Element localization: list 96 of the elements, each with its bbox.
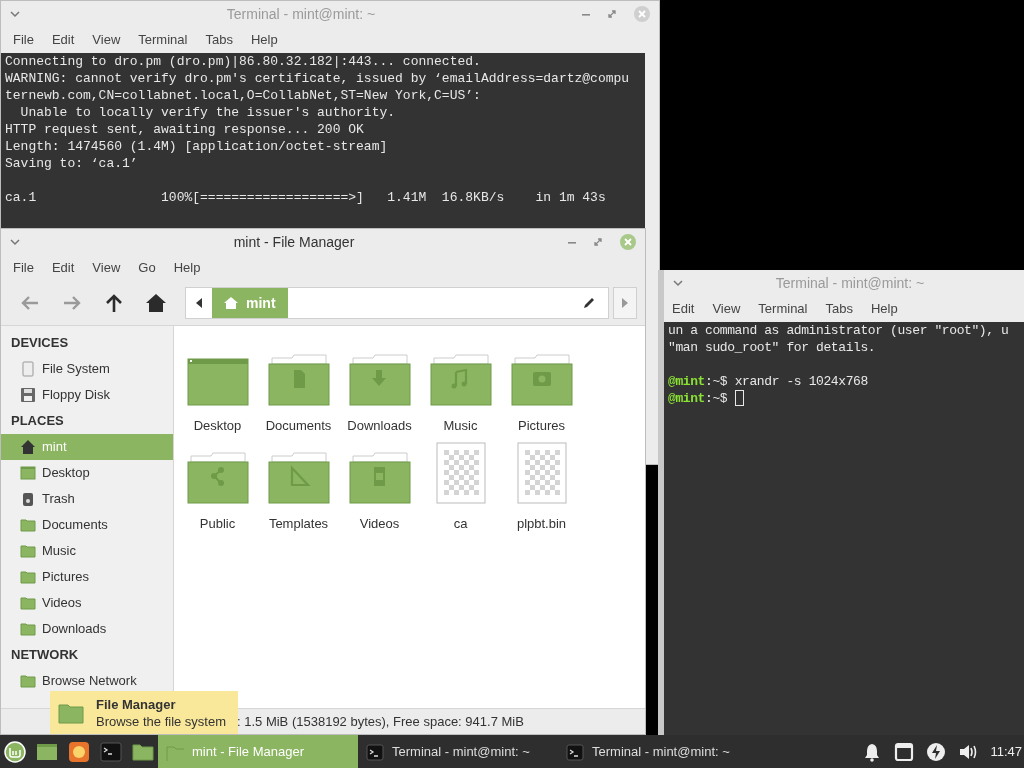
file-name[interactable]: Music xyxy=(443,416,478,436)
window-icon[interactable] xyxy=(894,741,915,762)
file-name[interactable]: Downloads xyxy=(347,416,412,436)
file-name[interactable]: Templates xyxy=(268,514,329,534)
window-menu-icon[interactable] xyxy=(672,279,684,287)
scroll-right-button[interactable] xyxy=(613,287,637,319)
menu-item[interactable]: View xyxy=(92,30,121,50)
menu-item[interactable]: Edit xyxy=(672,299,695,319)
terminal-line: WARNING: cannot verify dro.pm's certificate, issued by ‘emailAddress=dartz@compu xyxy=(5,70,630,87)
window-title: Terminal - mint@mint: ~ xyxy=(774,273,926,293)
terminal-line: HTTP request sent, awaiting response... 200 OK xyxy=(5,121,364,138)
menu-item[interactable]: Help xyxy=(870,299,898,319)
file-name[interactable]: ca xyxy=(453,514,468,534)
documents-folder-icon[interactable] xyxy=(267,354,330,406)
sidebar-item[interactable]: Pictures xyxy=(1,564,173,590)
terminal-line: ternewb.com,CN=collabnet.local,O=CollabNet,ST=New York,C=US’: xyxy=(5,87,481,104)
terminal-icon xyxy=(366,742,384,761)
tooltip-title: File Manager xyxy=(96,695,177,713)
share-folder-icon[interactable] xyxy=(186,452,249,504)
menu-item[interactable]: Terminal xyxy=(758,299,808,319)
sidebar-item[interactable]: Documents xyxy=(1,512,173,538)
terminal-launcher[interactable] xyxy=(100,740,122,763)
menu-item[interactable]: File xyxy=(13,30,34,50)
sidebar-item[interactable]: Browse Network xyxy=(1,668,173,694)
terminal-line: Unable to locally verify the issuer's authority. xyxy=(19,104,396,121)
menu-item[interactable]: Tabs xyxy=(825,299,853,319)
terminal-line: "man sudo_root" for details. xyxy=(668,339,876,356)
downloads-folder-icon[interactable] xyxy=(348,354,411,406)
prompt-user: @mint xyxy=(668,390,705,407)
taskbar-window-button[interactable]: Terminal - mint@mint: ~ xyxy=(358,735,558,768)
lightning-bolt-icon[interactable] xyxy=(926,741,947,762)
maximize-icon[interactable] xyxy=(607,9,617,19)
terminal-line: Saving to: ‘ca.1’ xyxy=(5,155,138,172)
templates-folder-icon[interactable] xyxy=(267,452,330,504)
sidebar-item[interactable]: Videos xyxy=(1,590,173,616)
menu-item[interactable]: Edit xyxy=(51,30,75,50)
left-caret-icon xyxy=(196,298,202,308)
mint-logo-launcher[interactable] xyxy=(4,740,26,763)
sidebar-item[interactable]: Trash xyxy=(1,486,173,512)
menu-item[interactable]: Help xyxy=(173,258,201,278)
pencil-icon[interactable] xyxy=(582,296,596,310)
sidebar-item[interactable]: Floppy Disk xyxy=(1,382,173,408)
music-folder-icon[interactable] xyxy=(429,354,492,406)
menu-item[interactable]: Tabs xyxy=(205,30,233,50)
terminal-line: Length: 1474560 (1.4M) [application/octet-stream] xyxy=(5,138,388,155)
browser-launcher[interactable] xyxy=(68,740,90,763)
right-caret-icon xyxy=(622,298,628,308)
home-icon xyxy=(224,296,238,310)
home-icon xyxy=(20,439,36,455)
videos-folder-icon[interactable] xyxy=(348,452,411,504)
file-name[interactable]: Public xyxy=(199,514,236,534)
tooltip-text: Browse the file system xyxy=(96,712,227,730)
terminal-line: un a command as administrator (user "root"), u xyxy=(668,322,1009,339)
terminal-line: Connecting to dro.pm (dro.pm)|86.80.32.182|:443... connected. xyxy=(5,53,481,70)
drive-icon xyxy=(20,361,36,377)
clock[interactable]: 11:47 xyxy=(990,741,1022,762)
desktop-icon xyxy=(20,465,36,481)
menu-item[interactable]: File xyxy=(13,258,34,278)
window-title: Terminal - mint@mint: ~ xyxy=(225,4,377,24)
section-heading: NETWORK xyxy=(10,646,80,665)
terminal-command: xrandr -s 1024x768 xyxy=(734,373,868,390)
menu-item[interactable]: Terminal xyxy=(138,30,188,50)
sidebar-item[interactable]: Desktop xyxy=(1,460,173,486)
file-name[interactable]: Pictures xyxy=(518,416,565,436)
mint-logo-icon xyxy=(4,740,26,763)
sidebar-item[interactable]: Downloads xyxy=(1,616,173,642)
window-menu-icon[interactable] xyxy=(9,238,21,246)
pictures-folder-icon[interactable] xyxy=(510,354,573,406)
taskbar-window-button[interactable]: Terminal - mint@mint: ~ xyxy=(558,735,758,768)
menu-item[interactable]: Go xyxy=(138,258,156,278)
section-heading: PLACES xyxy=(10,412,65,431)
terminal-icon xyxy=(566,742,584,761)
maximize-icon[interactable] xyxy=(593,237,603,247)
close-icon[interactable] xyxy=(619,233,637,251)
file-name[interactable]: plpbt.bin xyxy=(516,514,567,534)
window-title: mint - File Manager xyxy=(232,232,356,252)
sidebar-item[interactable]: File System xyxy=(1,356,173,382)
file-name[interactable]: Documents xyxy=(265,416,332,436)
prompt-user: @mint xyxy=(668,373,705,390)
home-icon xyxy=(145,292,167,314)
terminal-icon xyxy=(100,740,122,763)
window-menu-icon[interactable] xyxy=(9,10,21,18)
status-text: : 1.5 MiB (1538192 bytes), Free space: 941.7 MiB xyxy=(237,712,524,731)
prompt-path: :~$ xyxy=(705,390,728,407)
section-heading: DEVICES xyxy=(10,334,70,353)
menu-item[interactable]: Edit xyxy=(51,258,75,278)
menu-item[interactable]: View xyxy=(92,258,121,278)
browser-icon xyxy=(68,740,90,763)
sidebar-item[interactable]: Music xyxy=(1,538,173,564)
trash-icon xyxy=(20,491,36,507)
terminal-line: ca.1 100%[===================>] 1.41M 16.8KB/s in 1m 43s xyxy=(5,189,606,206)
menu-item[interactable]: View xyxy=(712,299,741,319)
file-name[interactable]: Desktop xyxy=(193,416,242,436)
prompt-path: :~$ xyxy=(705,373,728,390)
menu-item[interactable]: Help xyxy=(250,30,278,50)
file-name[interactable]: Videos xyxy=(359,514,400,534)
